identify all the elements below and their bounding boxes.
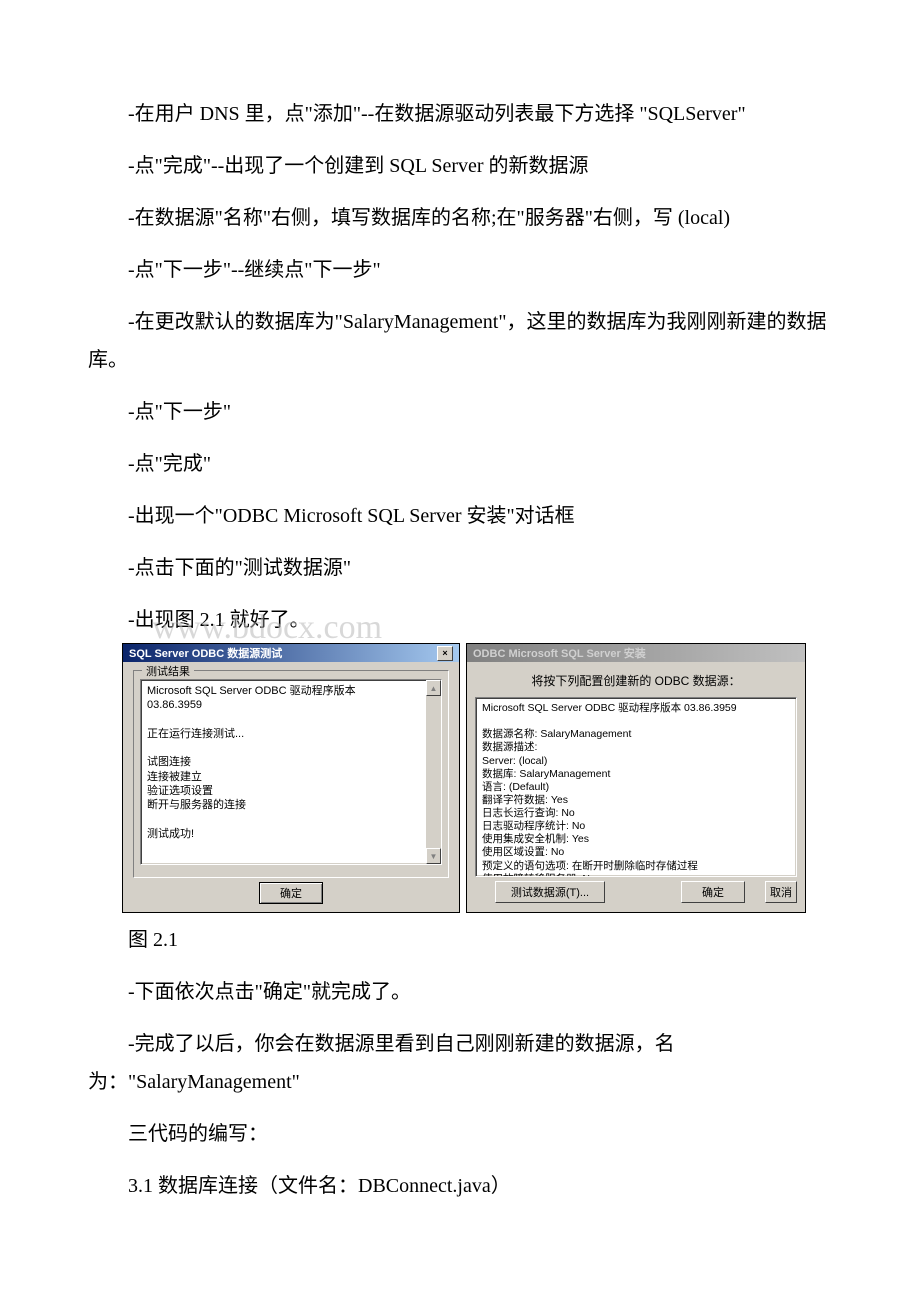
doc-paragraph: -完成了以后，你会在数据源里看到自己刚刚新建的数据源，名为："SalaryMan… [88, 1025, 832, 1101]
doc-paragraph: -在用户 DNS 里，点"添加"--在数据源驱动列表最下方选择 "SQLServ… [88, 95, 832, 133]
doc-paragraph: -在数据源"名称"右侧，填写数据库的名称;在"服务器"右侧，写 (local) [88, 199, 832, 237]
config-summary-text: Microsoft SQL Server ODBC 驱动程序版本 03.86.3… [475, 697, 797, 877]
close-icon[interactable]: × [437, 646, 453, 661]
doc-paragraph: -下面依次点击"确定"就完成了。 [88, 973, 832, 1011]
dialog-heading: 将按下列配置创建新的 ODBC 数据源： [475, 672, 797, 689]
dialog-titlebar: ODBC Microsoft SQL Server 安装 [467, 644, 805, 662]
odbc-install-dialog: ODBC Microsoft SQL Server 安装 将按下列配置创建新的 … [466, 643, 806, 913]
ok-button[interactable]: 确定 [259, 882, 323, 904]
figure-caption: 图 2.1 [88, 921, 832, 959]
scroll-down-icon[interactable]: ▼ [426, 848, 441, 864]
doc-paragraph: -点"下一步"--继续点"下一步" [88, 251, 832, 289]
doc-paragraph: -在更改默认的数据库为"SalaryManagement"，这里的数据库为我刚刚… [88, 303, 832, 379]
doc-paragraph: -出现一个"ODBC Microsoft SQL Server 安装"对话框 [88, 497, 832, 535]
test-results-content: Microsoft SQL Server ODBC 驱动程序版本 03.86.3… [147, 684, 435, 841]
doc-paragraph: -点"完成"--出现了一个创建到 SQL Server 的新数据源 [88, 147, 832, 185]
odbc-test-dialog: SQL Server ODBC 数据源测试 × 测试结果 Microsoft S… [122, 643, 460, 913]
test-datasource-button[interactable]: 测试数据源(T)... [495, 881, 605, 903]
doc-paragraph: -点"下一步" [88, 393, 832, 431]
dialog-title: ODBC Microsoft SQL Server 安装 [473, 645, 646, 661]
cancel-button[interactable]: 取消 [765, 881, 797, 903]
test-results-groupbox: 测试结果 Microsoft SQL Server ODBC 驱动程序版本 03… [133, 670, 449, 878]
doc-paragraph: 3.1 数据库连接（文件名：DBConnect.java） [88, 1167, 832, 1205]
scroll-up-icon[interactable]: ▲ [426, 680, 441, 696]
test-results-text: Microsoft SQL Server ODBC 驱动程序版本 03.86.3… [140, 679, 442, 865]
dialog-titlebar: SQL Server ODBC 数据源测试 × [123, 644, 459, 662]
figure-2-1: www.bdocx.com SQL Server ODBC 数据源测试 × 测试… [122, 643, 832, 913]
doc-paragraph: -点击下面的"测试数据源" [88, 549, 832, 587]
doc-paragraph: 三代码的编写： [88, 1115, 832, 1153]
doc-paragraph: -出现图 2.1 就好了。 [88, 601, 832, 639]
scrollbar[interactable]: ▲ ▼ [426, 680, 441, 864]
doc-paragraph: -点"完成" [88, 445, 832, 483]
dialog-title: SQL Server ODBC 数据源测试 [129, 645, 282, 661]
groupbox-label: 测试结果 [142, 663, 194, 679]
ok-button[interactable]: 确定 [681, 881, 745, 903]
